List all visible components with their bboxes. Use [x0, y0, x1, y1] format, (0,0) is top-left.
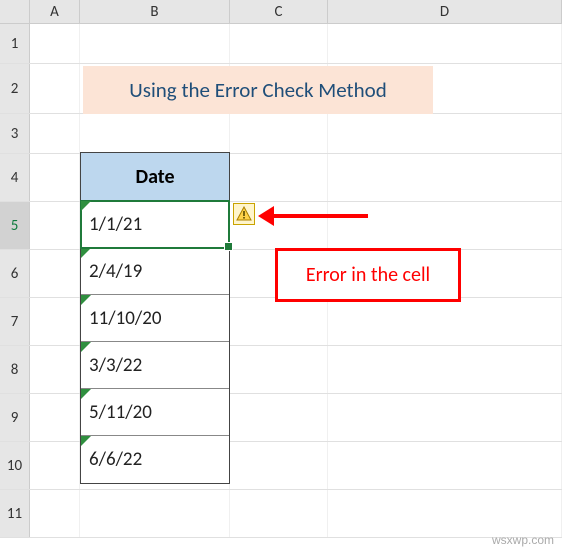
col-header-D[interactable]: D [328, 0, 562, 23]
row-header-1[interactable]: 1 [0, 24, 30, 63]
row-header-2[interactable]: 2 [0, 64, 30, 113]
col-header-C[interactable]: C [230, 0, 328, 23]
row-header-5[interactable]: 5 [0, 202, 30, 249]
row-header-7[interactable]: 7 [0, 298, 30, 345]
cell-B5[interactable]: 1/1/21 [81, 201, 229, 248]
error-triangle-icon [81, 436, 91, 446]
table-header-date[interactable]: Date [81, 153, 229, 201]
error-check-button[interactable] [233, 203, 255, 225]
cell-value: 5/11/20 [89, 401, 152, 424]
error-triangle-icon [81, 295, 91, 305]
watermark: wsxwp.com [492, 533, 554, 547]
col-header-A[interactable]: A [30, 0, 80, 23]
annotation-callout: Error in the cell [275, 248, 461, 302]
data-table: Date 1/1/21 2/4/19 11/10/20 3/3/22 5/11/… [80, 152, 230, 484]
warning-icon [236, 206, 252, 222]
col-header-B[interactable]: B [80, 0, 230, 23]
cell-value: 3/3/22 [89, 354, 142, 377]
column-headers: A B C D [0, 0, 562, 24]
title-banner: Using the Error Check Method [83, 66, 433, 114]
cell-value: 1/1/21 [89, 213, 142, 236]
error-triangle-icon [81, 342, 91, 352]
cell-B6[interactable]: 2/4/19 [81, 248, 229, 295]
cell-B9[interactable]: 5/11/20 [81, 389, 229, 436]
error-triangle-icon [81, 389, 91, 399]
cell-value: 11/10/20 [89, 307, 161, 330]
cell-value: 6/6/22 [89, 448, 142, 471]
cell-B8[interactable]: 3/3/22 [81, 342, 229, 389]
row-header-8[interactable]: 8 [0, 346, 30, 393]
row-header-6[interactable]: 6 [0, 250, 30, 297]
cell-value: 2/4/19 [89, 260, 142, 283]
row-header-4[interactable]: 4 [0, 154, 30, 201]
error-triangle-icon [81, 201, 91, 211]
error-triangle-icon [81, 248, 91, 258]
select-all-corner[interactable] [0, 0, 30, 23]
annotation-arrow [258, 206, 368, 226]
row-header-11[interactable]: 11 [0, 490, 30, 537]
arrow-line [270, 214, 368, 218]
row-header-10[interactable]: 10 [0, 442, 30, 489]
cell-B7[interactable]: 11/10/20 [81, 295, 229, 342]
row-header-3[interactable]: 3 [0, 114, 30, 153]
row-header-9[interactable]: 9 [0, 394, 30, 441]
cell-B10[interactable]: 6/6/22 [81, 436, 229, 483]
